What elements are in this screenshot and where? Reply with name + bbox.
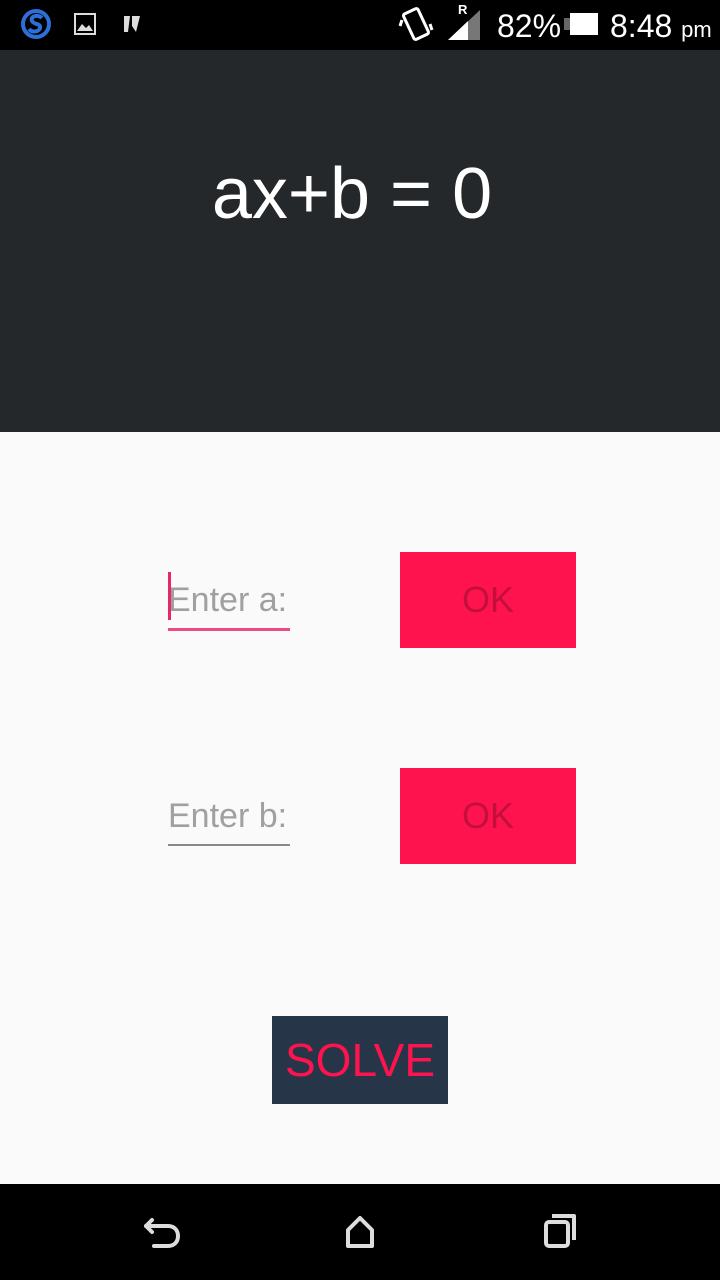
enter-a-input[interactable] — [168, 572, 290, 631]
gallery-icon — [74, 13, 96, 40]
recents-button[interactable] — [530, 1204, 590, 1260]
clock: 8:48 pm — [610, 6, 712, 50]
ok-b-button[interactable]: OK — [400, 768, 576, 864]
enter-b-input[interactable] — [168, 788, 290, 846]
home-button[interactable] — [330, 1204, 390, 1260]
navigation-bar — [0, 1184, 720, 1280]
text-cursor — [168, 572, 171, 620]
signal-icon — [446, 8, 482, 45]
equation-title: ax+b = 0 — [211, 154, 493, 234]
notification-icon — [120, 12, 144, 41]
status-bar: R 82% 8:48 pm — [0, 0, 720, 50]
battery-percent: 82% — [497, 8, 562, 44]
vibrate-icon — [398, 6, 434, 49]
battery-icon — [564, 12, 600, 41]
home-icon — [330, 1216, 390, 1264]
skype-icon — [20, 8, 52, 45]
clock-ampm: pm — [681, 17, 712, 42]
back-icon — [130, 1218, 190, 1264]
solve-button[interactable]: SOLVE — [272, 1016, 448, 1104]
ok-a-button[interactable]: OK — [400, 552, 576, 648]
app-header: ax+b = 0 — [0, 50, 720, 432]
back-button[interactable] — [130, 1204, 190, 1260]
recents-icon — [530, 1214, 590, 1264]
clock-time: 8:48 — [610, 8, 673, 44]
